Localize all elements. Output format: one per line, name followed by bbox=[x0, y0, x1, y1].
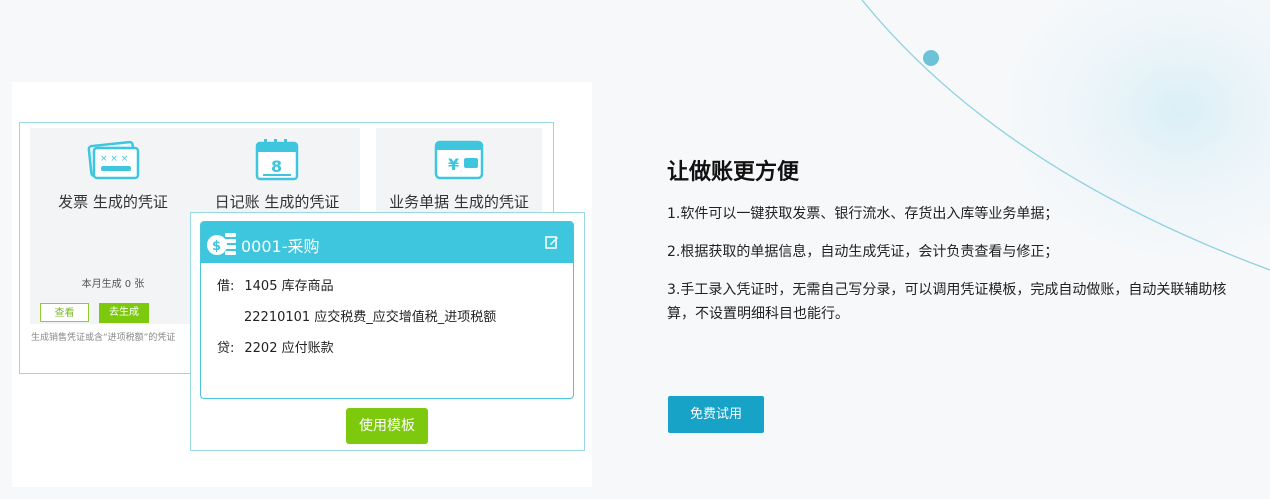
entry-account: 2202 应付账款 bbox=[244, 341, 334, 356]
column-title: 日记账 生成的凭证 bbox=[214, 193, 340, 211]
edit-icon[interactable] bbox=[545, 234, 559, 253]
svg-text:8: 8 bbox=[271, 157, 282, 176]
coin-stack-icon: $ bbox=[206, 229, 238, 261]
svg-text:$: $ bbox=[212, 239, 221, 254]
entry-direction: 借: bbox=[217, 279, 235, 294]
svg-text:× × ×: × × × bbox=[100, 154, 128, 164]
invoice-icon: × × × bbox=[84, 136, 142, 188]
voucher-title: 0001-采购 bbox=[241, 237, 320, 256]
entry-account: 1405 库存商品 bbox=[244, 279, 334, 294]
calendar-journal-icon: 8 bbox=[248, 136, 306, 188]
voucher-illustration: × × × 发票 生成的凭证 本月生成 0 张 查看 去生成 8 日记账 生成的… bbox=[12, 82, 592, 487]
voucher-header: $ 0001-采购 bbox=[201, 222, 573, 263]
footnote: 生成销售凭证或含“进项税额”的凭证 bbox=[31, 333, 176, 343]
generate-button[interactable]: 去生成 bbox=[99, 303, 149, 323]
column-title: 发票 生成的凭证 bbox=[58, 193, 168, 211]
entry-account: 22210101 应交税费_应交增值税_进项税额 bbox=[244, 310, 497, 325]
view-button[interactable]: 查看 bbox=[40, 303, 89, 322]
voucher-template-popup: $ 0001-采购 借: 1405 库存商品 22210101 应交税费_应交增… bbox=[190, 212, 585, 451]
entry-direction: 贷: bbox=[217, 341, 235, 356]
feature-point: 2.根据获取的单据信息，自动生成凭证，会计负责查看与修正； bbox=[667, 244, 1059, 260]
debit-entry: 22210101 应交税费_应交增值税_进项税额 bbox=[244, 306, 496, 325]
use-template-button[interactable]: 使用模板 bbox=[346, 408, 428, 444]
invoice-voucher-card: × × × 发票 生成的凭证 本月生成 0 张 查看 去生成 bbox=[30, 128, 196, 324]
arc-dot bbox=[923, 50, 939, 66]
column-title: 业务单据 生成的凭证 bbox=[389, 193, 529, 211]
free-trial-button[interactable]: 免费试用 bbox=[668, 396, 764, 433]
wallet-yen-icon: ¥ bbox=[430, 136, 488, 188]
svg-text:¥: ¥ bbox=[448, 155, 459, 174]
feature-point: 1.软件可以一键获取发票、银行流水、存货出入库等业务单据； bbox=[667, 206, 1059, 222]
feature-point: 3.手工录入凭证时，无需自己写分录，可以调用凭证模板，完成自动做账，自动关联辅助… bbox=[667, 282, 1227, 322]
credit-entry: 贷: 2202 应付账款 bbox=[217, 337, 334, 356]
voucher-card: $ 0001-采购 借: 1405 库存商品 22210101 应交税费_应交增… bbox=[200, 221, 574, 399]
debit-entry: 借: 1405 库存商品 bbox=[217, 275, 334, 294]
feature-title: 让做账更方便 bbox=[667, 160, 800, 185]
month-count: 本月生成 0 张 bbox=[81, 279, 145, 290]
